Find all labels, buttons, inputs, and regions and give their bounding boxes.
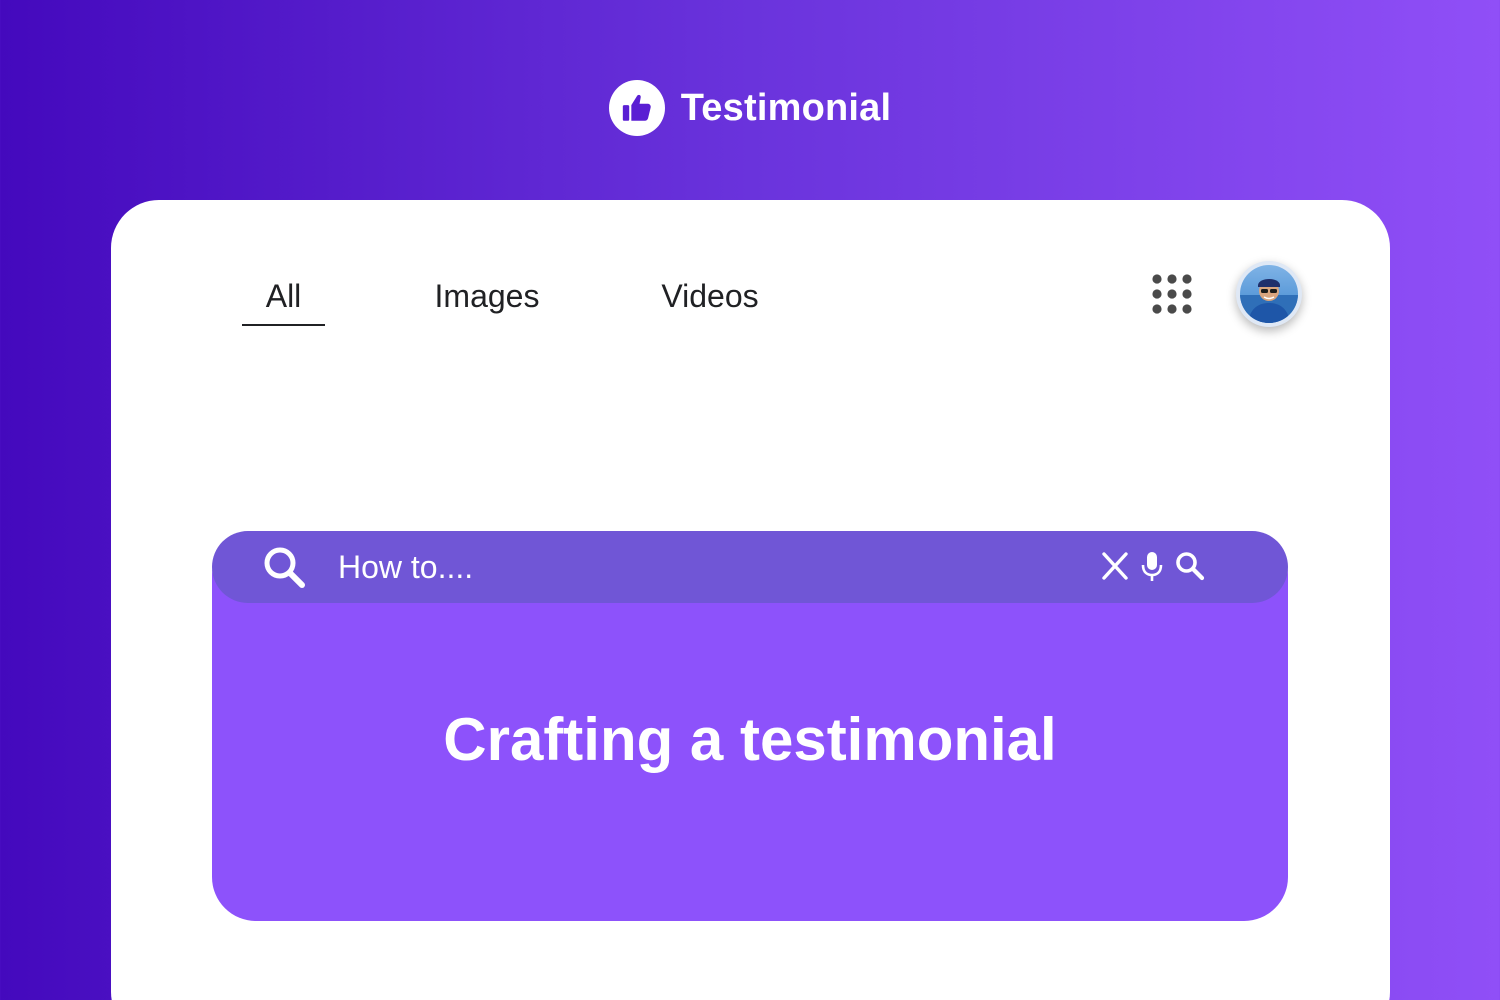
avatar-photo: [1240, 265, 1298, 323]
tab-all[interactable]: All: [242, 268, 325, 326]
search-input[interactable]: [338, 538, 1038, 596]
result-title: Crafting a testimonial: [443, 706, 1057, 773]
brand-header: Testimonial: [0, 78, 1500, 138]
brand-name: Testimonial: [680, 86, 892, 129]
search-icon: [260, 545, 308, 589]
tab-videos[interactable]: Videos: [652, 268, 768, 324]
microphone-icon[interactable]: [1140, 550, 1164, 589]
user-avatar[interactable]: [1236, 261, 1302, 327]
apps-grid-icon[interactable]: [1152, 274, 1192, 314]
thumbs-up-icon: [608, 80, 665, 136]
tab-images[interactable]: Images: [424, 268, 550, 324]
close-icon[interactable]: [1100, 550, 1130, 587]
search-submit-icon[interactable]: [1174, 550, 1206, 587]
